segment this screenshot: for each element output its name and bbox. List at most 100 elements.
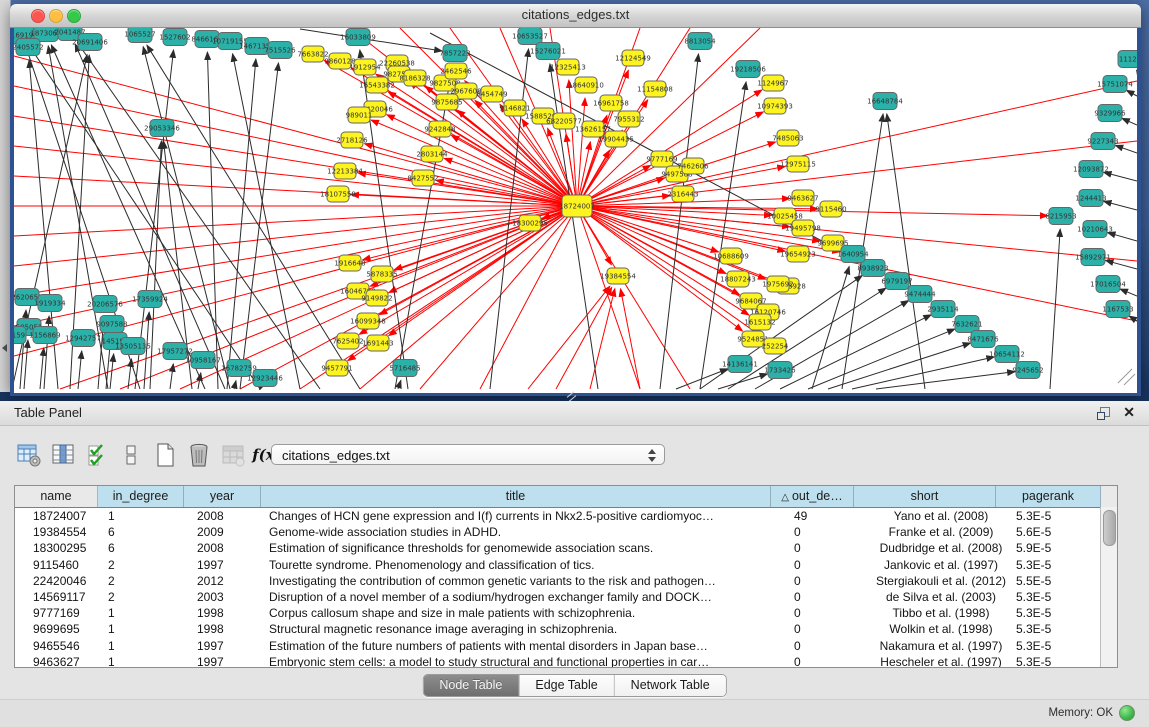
table-cell[interactable]: 9777169 [15,605,98,621]
table-row[interactable]: 977716911998Corpus callosum shape and si… [15,605,1117,621]
table-cell[interactable]: 9465546 [15,638,98,654]
graph-node[interactable]: 16961758 [593,95,629,111]
black-edge[interactable] [24,340,28,389]
column-header-pagerank[interactable]: pagerank [996,486,1101,507]
graph-node[interactable]: 17016504 [1090,276,1126,293]
table-cell[interactable]: Corpus callosum shape and size in male p… [261,605,787,621]
graph-node[interactable]: 1916648 [334,255,365,271]
table-cell[interactable]: 1 [98,654,184,668]
table-cell[interactable]: Nakamura et al. (1997) [870,638,1012,654]
graph-node[interactable]: 7632621 [951,316,982,333]
table-cell[interactable]: 0 [787,654,870,668]
black-edge[interactable] [207,52,218,389]
table-cell[interactable]: 2012 [184,573,261,589]
graph-node[interactable]: 9115460 [815,201,846,217]
graph-node[interactable]: 2462546 [440,63,472,79]
column-header-name[interactable]: name [15,486,98,507]
black-edge[interactable] [398,380,401,389]
red-edge[interactable] [577,206,726,274]
table-cell[interactable]: 2003 [184,589,261,605]
table-cell[interactable]: 0 [787,605,870,621]
table-cell[interactable]: Estimation of the future numbers of pati… [261,638,787,654]
graph-node[interactable]: 989011 [346,107,373,123]
black-edge[interactable] [78,351,82,389]
table-cell[interactable]: 0 [787,589,870,605]
graph-node[interactable]: 11154808 [637,81,673,97]
red-edge[interactable] [14,116,577,206]
red-edge[interactable] [14,206,577,236]
delete-table-button[interactable] [218,440,248,470]
red-edge[interactable] [577,206,640,389]
table-cell[interactable]: Genome-wide association studies in ADHD. [261,524,787,540]
red-edge[interactable] [528,286,610,389]
graph-node[interactable]: 12213384 [327,163,363,179]
table-cell[interactable]: 1 [98,605,184,621]
table-cell[interactable]: 9115460 [15,557,98,573]
graph-node[interactable]: 15276021 [530,43,566,60]
graph-node[interactable]: 18107558 [320,186,356,202]
graph-node[interactable]: 7515526 [264,42,296,59]
red-edge[interactable] [14,86,577,206]
black-edge[interactable] [887,114,925,389]
graph-node[interactable]: 18724007 [559,195,595,217]
black-edge[interactable] [718,374,768,389]
graph-node[interactable]: 8454749 [476,86,507,102]
graph-node[interactable]: 19384554 [600,268,636,284]
table-cell[interactable]: 1997 [184,654,261,668]
table-cell[interactable]: 1 [98,621,184,637]
graph-node[interactable]: 2935114 [927,301,959,318]
table-cell[interactable]: 49 [787,508,870,524]
graph-node[interactable]: 7625402 [332,333,363,349]
table-cell[interactable]: 0 [787,638,870,654]
table-cell[interactable]: Dudbridge et al. (2008) [870,540,1012,556]
table-cell[interactable]: 0 [787,573,870,589]
graph-node[interactable]: 2316443 [667,186,698,202]
table-mode-button[interactable] [14,440,44,470]
network-window-titlebar[interactable]: citations_edges.txt [10,4,1141,28]
table-cell[interactable]: Yano et al. (2008) [870,508,1012,524]
black-edge[interactable] [780,315,931,389]
graph-node[interactable]: 12124549 [615,50,651,66]
select-all-button[interactable] [82,440,112,470]
table-cell[interactable]: de Silva et al. (2003) [870,589,1012,605]
graph-node[interactable]: 7955312 [613,111,644,127]
red-edge[interactable] [14,206,577,296]
black-edge[interactable] [1118,369,1132,383]
graph-node[interactable]: 1167533 [1102,301,1133,318]
table-cell[interactable]: 18300295 [15,540,98,556]
graph-node[interactable]: 9242848 [424,121,455,137]
graph-node[interactable]: 252254 [762,338,789,354]
table-cell[interactable]: 1997 [184,638,261,654]
show-columns-button[interactable] [48,440,78,470]
black-edge[interactable] [170,364,173,389]
red-edge[interactable] [480,206,577,389]
black-edge[interactable] [1122,118,1137,125]
graph-node[interactable]: 8813054 [684,33,716,50]
graph-node[interactable]: 16033809 [340,29,376,46]
graph-node[interactable]: 1244413 [1075,190,1106,207]
table-cell[interactable]: 0 [787,557,870,573]
table-cell[interactable]: 2009 [184,524,261,540]
table-cell[interactable]: 1 [98,508,184,524]
graph-node[interactable]: 17359924 [132,291,168,308]
graph-node[interactable]: 1124967 [757,75,788,91]
graph-node[interactable]: 5716485 [389,360,420,377]
graph-node[interactable]: 2718126 [336,132,368,148]
graph-node[interactable]: 7857223 [439,45,470,62]
graph-node[interactable]: 9777169 [646,151,677,167]
graph-node[interactable]: 9463627 [787,190,818,206]
graph-node[interactable]: 8215953 [1045,208,1076,225]
graph-node[interactable]: 10974393 [757,98,793,114]
table-cell[interactable]: 9463627 [15,654,98,668]
black-edge[interactable] [1107,233,1137,241]
scrollbar-thumb[interactable] [1103,510,1116,546]
create-column-button[interactable] [150,440,180,470]
column-header-short[interactable]: short [854,486,996,507]
table-cell[interactable]: Tibbo et al. (1998) [870,605,1012,621]
delete-column-button[interactable] [184,440,214,470]
table-cell[interactable]: 2008 [184,540,261,556]
table-cell[interactable]: Franke et al. (2009) [870,524,1012,540]
table-row[interactable]: 1872400712008Changes of HCN gene express… [15,508,1117,524]
column-header-out_de[interactable]: △out_de… [771,486,854,507]
table-cell[interactable]: 1997 [184,557,261,573]
